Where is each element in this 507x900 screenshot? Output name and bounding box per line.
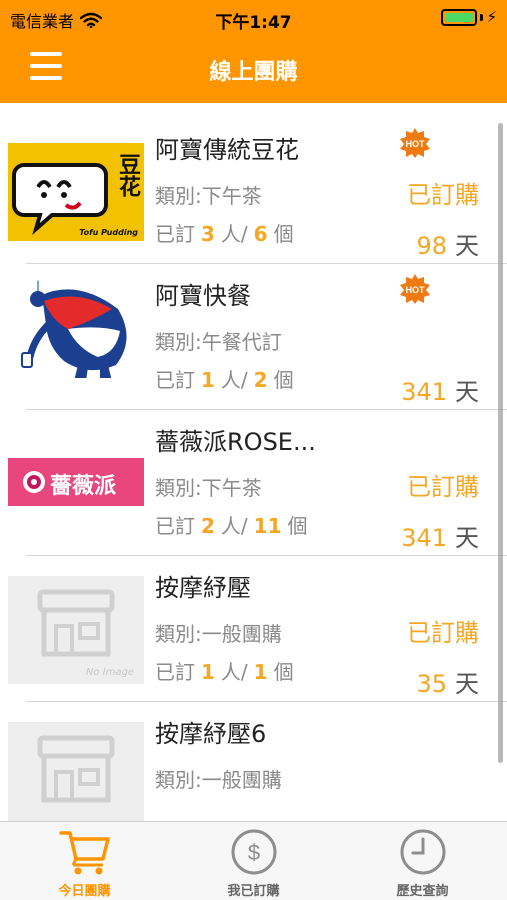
- ordered-status: 已訂購: [407, 473, 479, 501]
- days-remaining: 98 天: [416, 226, 479, 261]
- people-unit: 人/: [220, 514, 248, 538]
- item-category: 類別:午餐代訂: [155, 330, 282, 354]
- scrollbar[interactable]: [498, 123, 503, 763]
- days-remaining: 341 天: [401, 518, 479, 553]
- item-thumbnail: 豆花 Tofu Pudding: [8, 143, 144, 241]
- list-item[interactable]: 按摩紓壓6 類別:一般團購: [0, 702, 507, 821]
- item-title: 按摩紓壓: [155, 574, 251, 602]
- ordered-status: 已訂購: [407, 181, 479, 209]
- people-unit: 人/: [220, 222, 248, 246]
- people-unit: 人/: [220, 660, 248, 684]
- group-buy-list[interactable]: 豆花 Tofu Pudding 阿寶傳統豆花 HOT 類別:下午茶 已訂 3 人/6…: [0, 103, 507, 821]
- ordered-status: 已訂購: [407, 619, 479, 647]
- status-bar: 電信業者 下午1:47 ⚡: [0, 0, 507, 36]
- days-unit: 天: [455, 670, 479, 698]
- stats-prefix: 已訂: [155, 222, 195, 246]
- hot-badge-icon: HOT: [400, 274, 430, 304]
- item-title: 阿寶傳統豆花: [155, 136, 299, 164]
- item-title: 薔薇派ROSE...: [155, 428, 316, 456]
- item-category: 類別:下午茶: [155, 476, 262, 500]
- thumb-logo-text: 豆花: [115, 153, 140, 197]
- page-title: 線上團購: [209, 60, 298, 85]
- days-remaining: 341 天: [401, 372, 479, 407]
- charging-icon: ⚡: [486, 8, 497, 26]
- list-item[interactable]: 豆花 Tofu Pudding 阿寶傳統豆花 HOT 類別:下午茶 已訂 3 人/6…: [0, 118, 507, 264]
- item-category: 類別:一般團購: [155, 622, 282, 646]
- hot-badge-icon: HOT: [400, 128, 430, 158]
- item-category: 類別:下午茶: [155, 184, 262, 208]
- count-unit: 個: [273, 368, 294, 392]
- days-value: 35: [416, 670, 447, 698]
- item-title: 按摩紓壓6: [155, 720, 267, 748]
- battery-icon: ⚡: [441, 8, 497, 26]
- people-count: 1: [201, 660, 215, 684]
- item-stats: 已訂 3 人/6 個: [155, 218, 294, 247]
- item-count: 11: [253, 514, 282, 538]
- item-title: 阿寶快餐: [155, 282, 251, 310]
- tab-label: 今日團購: [58, 884, 111, 899]
- days-value: 341: [401, 378, 447, 406]
- item-count: 1: [253, 660, 268, 684]
- count-unit: 個: [287, 514, 308, 538]
- item-thumbnail: No Image: [8, 576, 144, 684]
- tab-history[interactable]: 歷史查詢: [338, 822, 507, 900]
- tab-my-orders[interactable]: $ 我已訂購: [169, 822, 338, 900]
- nav-header: 電信業者 下午1:47 ⚡ 線上團購: [0, 0, 507, 103]
- item-count: 2: [253, 368, 268, 392]
- item-thumbnail: [8, 280, 144, 378]
- stats-prefix: 已訂: [155, 368, 195, 392]
- item-stats: 已訂 1 人/1 個: [155, 656, 294, 685]
- store-placeholder-icon: [8, 722, 144, 821]
- days-remaining: 35 天: [416, 664, 479, 699]
- svg-text:$: $: [247, 840, 259, 865]
- item-thumbnail: [8, 722, 144, 821]
- days-unit: 天: [455, 232, 479, 260]
- count-unit: 個: [273, 660, 294, 684]
- list-item[interactable]: No Image 按摩紓壓 類別:一般團購 已訂 1 人/1 個 已訂購 35 天: [0, 556, 507, 702]
- stats-prefix: 已訂: [155, 514, 195, 538]
- list-item[interactable]: 阿寶快餐 HOT 類別:午餐代訂 已訂 1 人/2 個 341 天: [0, 264, 507, 410]
- days-unit: 天: [455, 378, 479, 406]
- thumb-logo-text: 薔薇派: [50, 474, 117, 499]
- count-unit: 個: [273, 222, 294, 246]
- item-count: 6: [253, 222, 268, 246]
- people-unit: 人/: [220, 368, 248, 392]
- hot-badge-label: HOT: [406, 139, 426, 149]
- days-value: 341: [401, 524, 447, 552]
- people-count: 1: [201, 368, 215, 392]
- item-thumbnail: 薔薇派: [8, 458, 144, 506]
- status-time: 下午1:47: [215, 13, 292, 33]
- no-image-caption: No Image: [85, 667, 134, 678]
- tab-label: 歷史查詢: [396, 884, 449, 899]
- item-stats: 已訂 1 人/2 個: [155, 364, 294, 393]
- dollar-coin-icon: $: [231, 829, 276, 875]
- hot-badge-label: HOT: [406, 285, 426, 295]
- tab-label: 我已訂購: [227, 884, 280, 899]
- item-category: 類別:一般團購: [155, 768, 282, 792]
- item-stats: 已訂 2 人/11 個: [155, 510, 308, 539]
- days-value: 98: [416, 232, 447, 260]
- people-count: 3: [201, 222, 215, 246]
- tab-bar: 今日團購 $ 我已訂購 歷史查詢: [0, 821, 507, 900]
- thumb-caption: Tofu Pudding: [79, 228, 138, 237]
- tab-today-group-buy[interactable]: 今日團購: [0, 822, 169, 900]
- people-count: 2: [201, 514, 215, 538]
- days-unit: 天: [455, 524, 479, 552]
- cart-icon: [58, 831, 110, 875]
- list-item[interactable]: 薔薇派 薔薇派ROSE... 類別:下午茶 已訂 2 人/11 個 已訂購 341 天: [0, 410, 507, 556]
- stats-prefix: 已訂: [155, 660, 195, 684]
- clock-icon: [400, 829, 445, 875]
